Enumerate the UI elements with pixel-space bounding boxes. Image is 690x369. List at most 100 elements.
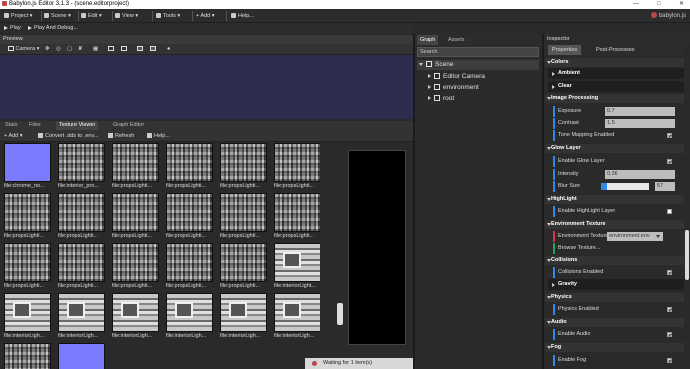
texture-thumbnail[interactable]: [274, 193, 320, 232]
menu-tools[interactable]: Tools ▾: [156, 11, 180, 21]
chevron-right-icon[interactable]: [428, 74, 431, 79]
texture-thumbnail[interactable]: [58, 143, 105, 182]
tab-files[interactable]: Files: [26, 121, 44, 130]
tab-post-processes[interactable]: Post-Processes: [592, 45, 639, 55]
play-debug-button[interactable]: Play And Debug...: [28, 24, 78, 33]
section-collisions[interactable]: Collisions: [545, 256, 684, 265]
texture-thumbnail[interactable]: [58, 293, 105, 332]
texture-thumbnail[interactable]: [58, 243, 105, 282]
chevron-right-icon[interactable]: [428, 85, 431, 90]
texture-thumbnail[interactable]: [112, 143, 159, 182]
browse-texture-row[interactable]: Browse Texture...: [553, 243, 684, 254]
environment-texture-select[interactable]: environment.env: [607, 232, 663, 241]
section-environment-texture[interactable]: Environment Texture: [545, 220, 684, 229]
collisions-checkbox[interactable]: [667, 270, 672, 275]
tab-texture-viewer[interactable]: Texture Viewer: [56, 121, 99, 130]
texture-thumbnail[interactable]: [112, 293, 159, 332]
gizmo-position-button[interactable]: ✥: [45, 45, 50, 54]
tree-item-scene[interactable]: Scene: [417, 60, 539, 70]
texture-thumbnail[interactable]: [4, 243, 51, 282]
texture-thumbnail[interactable]: [166, 293, 213, 332]
section-image-processing[interactable]: Image Processing: [545, 94, 684, 103]
tree-item-environment[interactable]: environment: [428, 83, 479, 93]
help-button[interactable]: Help...: [147, 132, 170, 141]
texture-thumbnail[interactable]: [4, 293, 51, 332]
layout-button[interactable]: [121, 45, 127, 54]
close-icon[interactable]: ✕: [679, 0, 684, 9]
menu-view[interactable]: View ▾: [115, 11, 138, 21]
enable-highlight-checkbox[interactable]: [667, 209, 672, 214]
camera-dropdown[interactable]: Camera ▾: [8, 45, 39, 54]
tab-assets[interactable]: Assets: [445, 35, 468, 45]
preview-canvas[interactable]: [0, 55, 413, 119]
section-highlight[interactable]: HighLight: [545, 195, 684, 204]
tree-item-editor-camera[interactable]: Editor Camera: [428, 72, 485, 82]
texture-thumbnail[interactable]: [4, 343, 51, 369]
view-toggle-button[interactable]: [137, 45, 143, 54]
graph-search-input[interactable]: Search: [417, 47, 539, 57]
texture-thumbnail[interactable]: [58, 193, 105, 232]
minimize-icon[interactable]: —: [633, 0, 639, 9]
tree-item-root[interactable]: root: [428, 94, 454, 104]
enable-glow-checkbox[interactable]: [667, 159, 672, 164]
menu-help[interactable]: Help...: [231, 11, 254, 21]
section-glow-layer[interactable]: Glow Layer: [545, 144, 684, 153]
tab-graph[interactable]: Graph: [417, 35, 439, 45]
subsection-ambient[interactable]: Ambient: [548, 68, 684, 79]
inspector-scroll-thumb[interactable]: [685, 230, 689, 280]
texture-thumbnail[interactable]: [220, 243, 267, 282]
menu-scene[interactable]: Scene ▾: [44, 11, 71, 21]
texture-thumbnail[interactable]: [4, 143, 51, 182]
audio-checkbox[interactable]: [667, 332, 672, 337]
section-physics[interactable]: Physics: [545, 293, 684, 302]
chevron-down-icon[interactable]: [419, 62, 423, 66]
texture-thumbnail[interactable]: [166, 143, 213, 182]
split-view-button[interactable]: [108, 45, 114, 54]
add-texture-button[interactable]: + Add ▾: [4, 132, 23, 141]
tab-stats[interactable]: Stats: [2, 121, 21, 130]
contrast-input[interactable]: 1.5: [605, 119, 675, 128]
play-button[interactable]: Play: [4, 24, 21, 33]
texture-thumbnail[interactable]: [58, 343, 105, 369]
texture-thumbnail[interactable]: [220, 293, 267, 332]
menu-edit[interactable]: Edit ▾: [81, 11, 102, 21]
texture-thumbnail[interactable]: [220, 143, 267, 182]
tab-properties[interactable]: Properties: [548, 45, 582, 55]
texture-grid-scrollbar[interactable]: [337, 303, 343, 325]
texture-thumbnail[interactable]: [112, 193, 159, 232]
chevron-right-icon[interactable]: [428, 96, 431, 101]
texture-thumbnail[interactable]: [220, 193, 267, 232]
gizmo-rotation-button[interactable]: ◎: [56, 45, 61, 54]
tone-mapping-checkbox[interactable]: [667, 133, 672, 138]
physics-checkbox[interactable]: [667, 307, 672, 312]
maximize-icon[interactable]: □: [657, 0, 661, 9]
refresh-button[interactable]: Refresh: [108, 132, 134, 141]
texture-thumbnail[interactable]: [112, 243, 159, 282]
section-colors[interactable]: Colors: [545, 58, 684, 67]
subsection-gravity[interactable]: Gravity: [548, 279, 684, 290]
exposure-input[interactable]: 0.7: [605, 107, 675, 116]
texture-thumbnail[interactable]: [166, 243, 213, 282]
blur-size-slider[interactable]: [601, 183, 649, 190]
menu-add[interactable]: + Add ▾: [196, 11, 215, 21]
texture-thumbnail[interactable]: [4, 193, 51, 232]
subsection-clear[interactable]: Clear: [548, 81, 684, 92]
texture-thumbnail[interactable]: [274, 293, 320, 332]
section-audio[interactable]: Audio: [545, 318, 684, 327]
light-toggle-button[interactable]: ●: [167, 45, 170, 54]
gizmo-scale-button[interactable]: ▢: [67, 45, 72, 54]
tab-graph-editor[interactable]: Graph Editor: [110, 121, 147, 130]
convert-dds-button[interactable]: Convert .dds to .env...: [38, 132, 98, 141]
menu-project[interactable]: Project ▾: [4, 11, 32, 21]
intensity-input[interactable]: 0.36: [605, 170, 675, 179]
row-accent: [553, 304, 555, 315]
texture-thumbnail[interactable]: [274, 243, 320, 282]
render-toggle-button[interactable]: [150, 45, 156, 54]
texture-thumbnail[interactable]: [166, 193, 213, 232]
blur-size-input[interactable]: 57: [655, 182, 675, 191]
grid-toggle-button[interactable]: ▦: [93, 45, 98, 54]
gizmo-bounding-button[interactable]: ✘: [78, 45, 83, 54]
section-fog[interactable]: Fog: [545, 343, 684, 352]
texture-thumbnail[interactable]: [274, 143, 320, 182]
fog-checkbox[interactable]: [667, 358, 672, 363]
